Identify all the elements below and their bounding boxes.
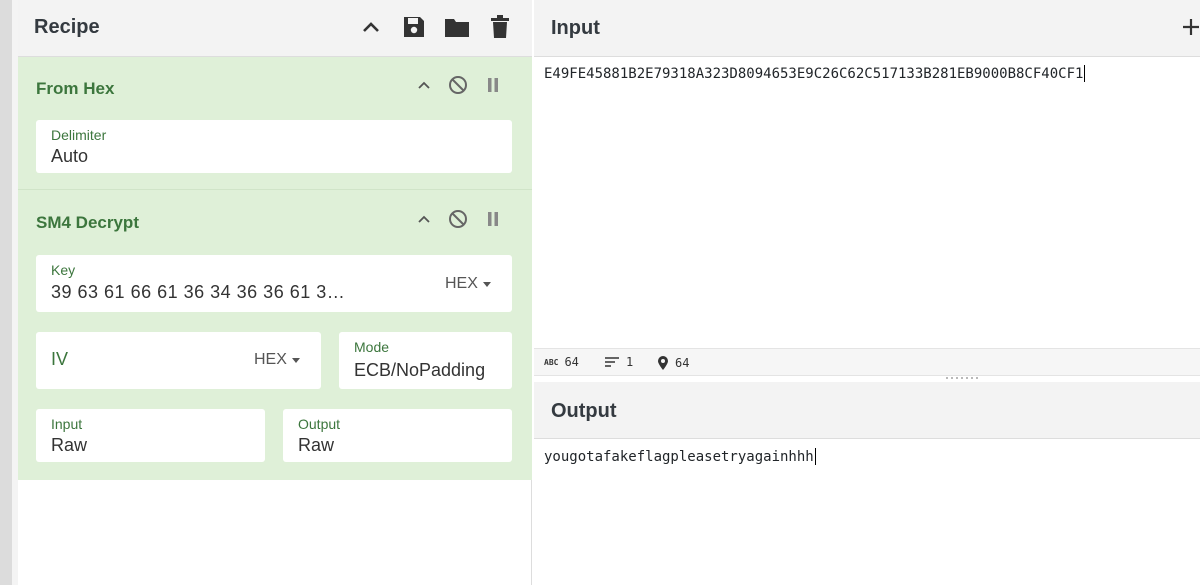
char-count: ABC 64 <box>544 355 579 369</box>
operation-title: SM4 Decrypt <box>36 213 139 232</box>
iv-field[interactable]: IV HEX <box>36 332 321 389</box>
delimiter-field[interactable]: Delimiter Auto <box>36 120 512 173</box>
operation-from-hex: From Hex Delimiter Auto <box>18 57 532 190</box>
line-count: 1 <box>604 355 633 369</box>
chevron-up-icon[interactable] <box>358 14 384 40</box>
chevron-down-icon <box>482 281 491 287</box>
input-format-label: Input <box>51 416 83 432</box>
input-text: E49FE45881B2E79318A323D8094653E9C26C62C5… <box>544 66 1084 82</box>
input-title: Input <box>551 17 600 39</box>
delimiter-value: Auto <box>51 146 89 166</box>
output-title: Output <box>551 400 617 422</box>
pause-icon[interactable] <box>482 208 504 230</box>
output-header: Output <box>534 382 1200 439</box>
input-header: Input <box>534 0 1200 57</box>
recipe-title: Recipe <box>34 16 100 38</box>
location-pin-icon <box>658 356 668 370</box>
mode-value: ECB/NoPadding <box>354 360 486 380</box>
panel-resize-handle[interactable] <box>946 376 982 380</box>
cursor-position-value: 64 <box>675 356 690 370</box>
input-format-value: Raw <box>51 435 88 455</box>
key-format-label: HEX <box>445 275 478 292</box>
folder-icon[interactable] <box>444 14 470 40</box>
disable-icon[interactable] <box>447 208 469 230</box>
input-format-dropdown[interactable]: Input Raw <box>36 409 265 462</box>
char-count-value: 64 <box>564 355 579 369</box>
output-format-label: Output <box>298 416 341 432</box>
operation-title: From Hex <box>36 79 115 98</box>
collapse-icon[interactable] <box>413 208 435 230</box>
disable-icon[interactable] <box>447 74 469 96</box>
lines-icon <box>605 357 619 367</box>
text-cursor <box>814 448 816 466</box>
text-cursor <box>1084 65 1086 83</box>
recipe-header: Recipe <box>18 0 532 57</box>
output-text: yougotafakeflagpleasetryagainhhh <box>544 449 814 465</box>
chevron-down-icon <box>291 357 300 363</box>
cyberchef-window: Recipe From Hex Delimiter Auto SM4 Decry… <box>0 0 1200 585</box>
recipe-operations: From Hex Delimiter Auto SM4 Decrypt Key … <box>18 57 532 480</box>
delimiter-label: Delimiter <box>51 127 107 143</box>
add-tab-icon[interactable] <box>1182 16 1200 38</box>
collapse-icon[interactable] <box>413 74 435 96</box>
input-status-bar: ABC 64 1 64 <box>534 348 1200 376</box>
trash-icon[interactable] <box>487 14 513 40</box>
key-field[interactable]: Key 39 63 61 66 61 36 34 36 36 61 3… HEX <box>36 255 512 312</box>
cursor-position: 64 <box>657 355 689 371</box>
abc-icon: ABC <box>544 357 559 367</box>
output-textarea[interactable]: yougotafakeflagpleasetryagainhhh <box>544 448 816 466</box>
mode-dropdown[interactable]: Mode ECB/NoPadding <box>339 332 512 389</box>
left-scrollbar[interactable] <box>0 0 12 585</box>
save-icon[interactable] <box>401 14 427 40</box>
output-format-dropdown[interactable]: Output Raw <box>283 409 512 462</box>
key-value[interactable]: 39 63 61 66 61 36 34 36 36 61 3… <box>51 282 421 303</box>
mode-label: Mode <box>354 339 390 355</box>
iv-format-label: HEX <box>254 351 287 368</box>
iv-label: IV <box>51 349 69 369</box>
pause-icon[interactable] <box>482 74 504 96</box>
io-panel: Input E49FE45881B2E79318A323D8094653E9C2… <box>534 0 1200 585</box>
line-count-value: 1 <box>626 355 634 369</box>
recipe-panel: Recipe From Hex Delimiter Auto SM4 Decry… <box>18 0 532 585</box>
iv-format-dropdown[interactable]: HEX <box>254 351 300 369</box>
output-format-value: Raw <box>298 435 335 455</box>
input-textarea[interactable]: E49FE45881B2E79318A323D8094653E9C26C62C5… <box>544 65 1086 83</box>
key-label: Key <box>51 262 76 278</box>
key-format-dropdown[interactable]: HEX <box>445 275 491 293</box>
operation-sm4-decrypt: SM4 Decrypt Key 39 63 61 66 61 36 34 36 … <box>18 191 532 480</box>
